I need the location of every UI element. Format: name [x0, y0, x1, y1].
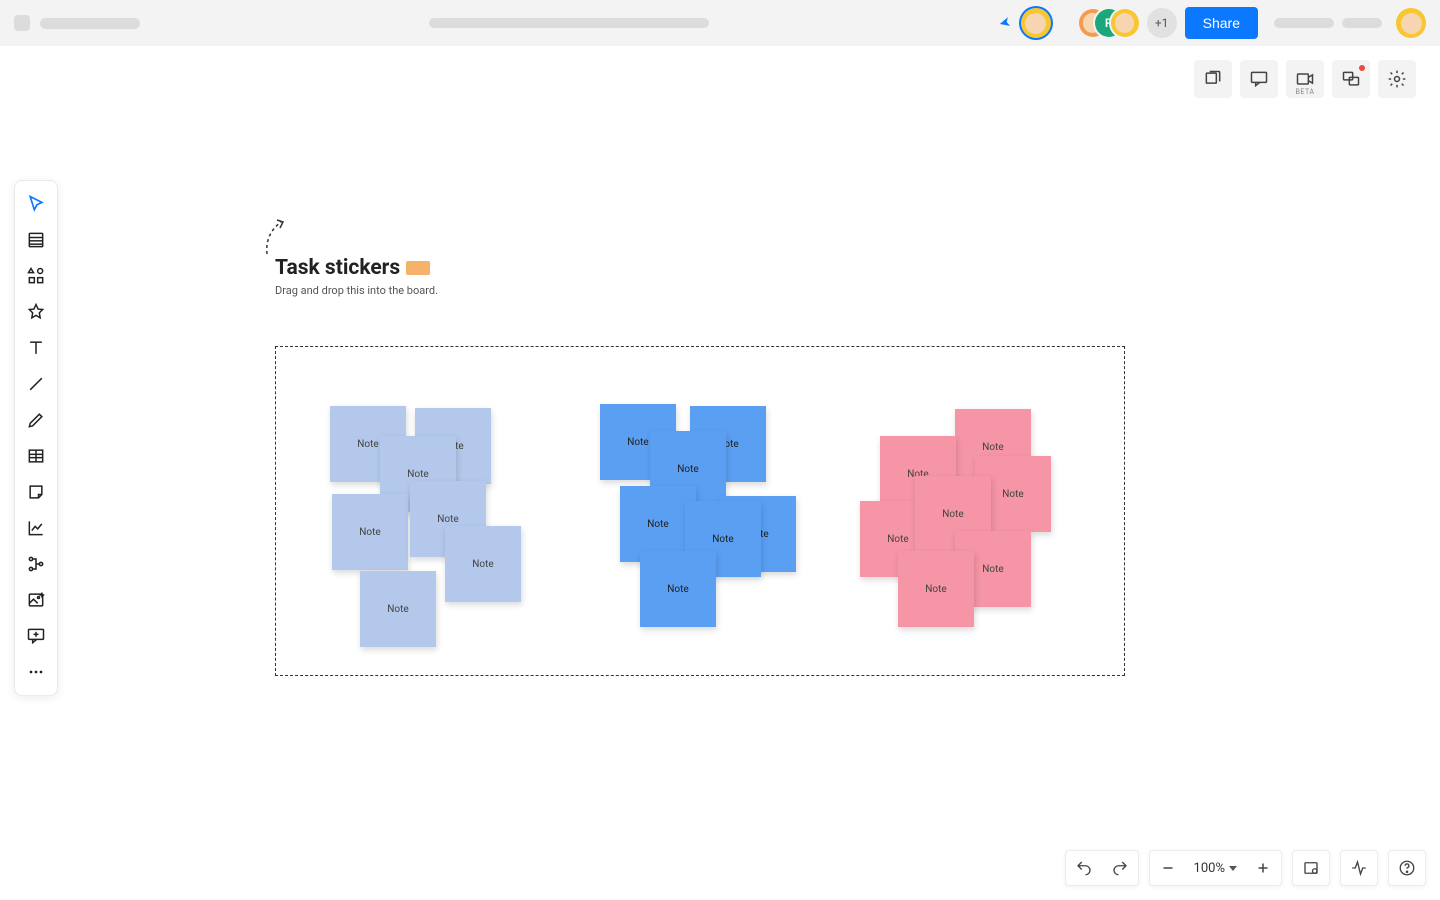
help-button[interactable]: [1389, 850, 1425, 886]
zoom-in-button[interactable]: [1245, 850, 1281, 886]
frame-icon: [1302, 859, 1320, 877]
sticker-pile-blue: Note Note Note Note Note Note Note: [595, 396, 815, 636]
redo-button[interactable]: [1102, 850, 1138, 886]
sticker-pile-pink: Note Note Note Note Note Note Note: [860, 401, 1070, 631]
more-users-badge[interactable]: +1: [1147, 8, 1177, 38]
right-placeholder-2: [1342, 18, 1382, 28]
sticker-pile-blue-light: Note Note Note Note Note Note Note: [320, 396, 530, 656]
redo-icon: [1111, 859, 1129, 877]
section-title: Task stickers: [275, 256, 400, 280]
plus-icon: [1254, 859, 1272, 877]
bottom-bar: 100%: [1065, 850, 1426, 886]
help-icon: [1398, 859, 1416, 877]
avatar-current-user[interactable]: [1021, 8, 1051, 38]
right-placeholder-1: [1274, 18, 1334, 28]
undo-button[interactable]: [1066, 850, 1102, 886]
activity-button[interactable]: [1341, 850, 1377, 886]
avatar-account[interactable]: [1396, 8, 1426, 38]
center-placeholder: [429, 18, 709, 28]
avatar-user-4[interactable]: [1111, 9, 1139, 37]
sticky-note[interactable]: Note: [360, 571, 436, 647]
activity-icon: [1350, 859, 1368, 877]
zoom-level[interactable]: 100%: [1186, 861, 1245, 876]
zoom-out-button[interactable]: [1150, 850, 1186, 886]
arrow-scribble-icon: [261, 216, 301, 256]
sticky-note[interactable]: Note: [898, 551, 974, 627]
sticky-note[interactable]: Note: [640, 551, 716, 627]
sticky-note[interactable]: Note: [332, 494, 408, 570]
top-bar: ➤ R +1 Share: [0, 0, 1440, 46]
minus-icon: [1159, 859, 1177, 877]
canvas[interactable]: Task stickers Drag and drop this into th…: [0, 46, 1440, 900]
ticket-emoji-icon: [406, 261, 430, 275]
undo-icon: [1075, 859, 1093, 877]
cursor-presence-icon: ➤: [997, 14, 1012, 32]
sticky-note[interactable]: Note: [445, 526, 521, 602]
minimap-button[interactable]: [1293, 850, 1329, 886]
section-subtitle: Drag and drop this into the board.: [275, 284, 438, 297]
section-heading: Task stickers Drag and drop this into th…: [275, 256, 438, 297]
zoom-level-text: 100%: [1194, 861, 1225, 876]
avatar-cluster[interactable]: R: [1079, 9, 1139, 37]
title-placeholder: [40, 18, 140, 29]
share-button[interactable]: Share: [1185, 7, 1258, 39]
chevron-down-icon: [1229, 866, 1237, 871]
menu-placeholder: [14, 15, 30, 31]
